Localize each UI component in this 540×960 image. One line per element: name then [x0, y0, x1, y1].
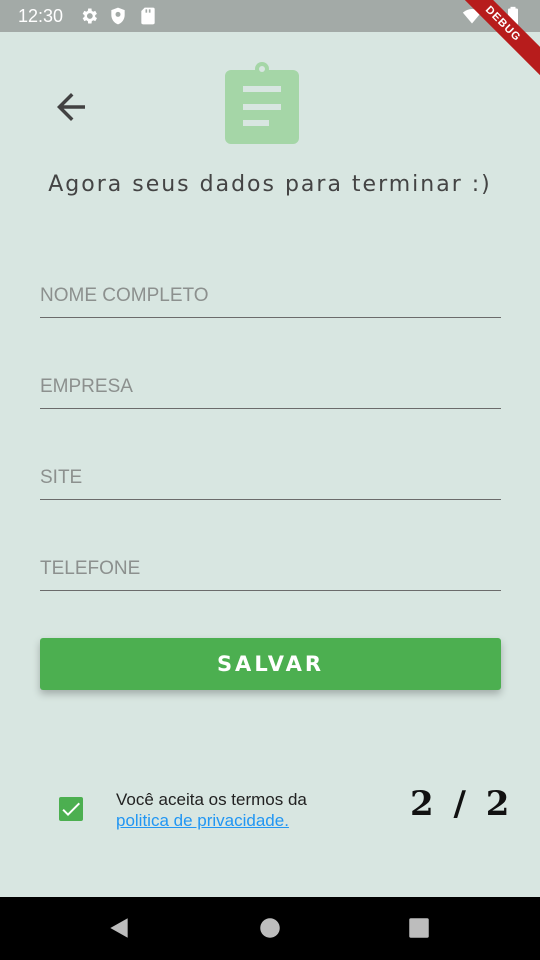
company-field[interactable]: [40, 361, 501, 409]
full-name-input[interactable]: [40, 270, 501, 317]
terms-text: Você aceita os termos da politica de pri…: [116, 789, 307, 831]
home-circle-icon[interactable]: [257, 915, 283, 941]
site-field[interactable]: [40, 452, 501, 500]
back-triangle-icon[interactable]: [106, 915, 132, 941]
shield-icon: [111, 7, 125, 25]
clipboard-icon: [225, 62, 299, 144]
arrow-left-icon[interactable]: [50, 86, 92, 128]
terms-checkbox[interactable]: [59, 797, 83, 821]
gear-icon: [82, 8, 97, 24]
page-subtitle: Agora seus dados para terminar :): [48, 172, 492, 197]
status-bar: 12:30: [0, 0, 540, 32]
terms-label: Você aceita os termos da: [116, 790, 307, 809]
check-icon: [62, 802, 80, 816]
phone-input[interactable]: [40, 543, 501, 590]
recents-square-icon[interactable]: [406, 915, 432, 941]
page-indicator: 2 / 2: [410, 784, 514, 824]
phone-field[interactable]: [40, 543, 501, 591]
status-time: 12:30: [18, 6, 64, 26]
full-name-field[interactable]: [40, 270, 501, 318]
company-input[interactable]: [40, 361, 501, 408]
sd-card-icon: [141, 7, 155, 25]
save-button[interactable]: SALVAR: [40, 638, 501, 690]
navigation-bar: [0, 897, 540, 960]
privacy-policy-link[interactable]: politica de privacidade.: [116, 810, 307, 831]
site-input[interactable]: [40, 452, 501, 499]
